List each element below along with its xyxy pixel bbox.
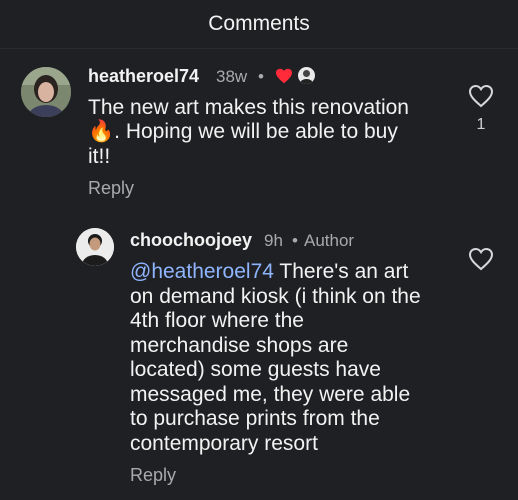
mention-link[interactable]: @heatheroel74: [130, 260, 274, 283]
heart-outline-icon[interactable]: [468, 247, 494, 271]
author-badge: Author: [304, 231, 355, 250]
comment-text-line: The new art makes this renovation: [88, 96, 409, 119]
comment-text-line: it!!: [88, 145, 111, 168]
comment-text-line: to purchase prints from the: [130, 407, 380, 430]
comment-text-line: located) some guests have: [130, 358, 381, 381]
reply-button[interactable]: Reply: [130, 465, 176, 486]
meta-separator: •: [258, 67, 264, 86]
heart-outline-icon[interactable]: [468, 84, 494, 108]
like-count: 1: [476, 116, 486, 133]
avatar[interactable]: [76, 228, 114, 266]
comment-text-line: messaged me, they were able: [130, 383, 411, 406]
comment-text-line: 🔥. Hoping we will be able to buy: [88, 120, 398, 145]
comment-username[interactable]: heatheroel74: [88, 66, 199, 87]
author-avatar-badge-icon: [298, 67, 315, 84]
comment-time: 38w: [216, 67, 248, 86]
comment-text-segment: . Hoping we will be able to buy: [114, 120, 398, 143]
comment-text-line: 4th floor where the: [130, 309, 304, 332]
meta-separator: •: [292, 231, 298, 250]
header-divider: [0, 48, 518, 49]
avatar[interactable]: [21, 67, 71, 117]
comment-text-line: @heatheroel74 There's an art: [130, 260, 408, 285]
reply-button[interactable]: Reply: [88, 178, 134, 199]
heart-filled-icon: [276, 68, 292, 84]
comment-text-segment: There's an art: [273, 260, 409, 283]
page-title: Comments: [208, 12, 310, 35]
comment-text-line: on demand kiosk (i think on the: [130, 285, 421, 308]
comment-time: 9h: [264, 231, 283, 250]
comments-header: Comments: [0, 0, 518, 48]
fire-emoji: 🔥: [88, 120, 115, 143]
comment-username[interactable]: choochoojoey: [130, 230, 252, 251]
comment-text-line: merchandise shops are: [130, 334, 349, 357]
comment-text-line: contemporary resort: [130, 432, 318, 455]
